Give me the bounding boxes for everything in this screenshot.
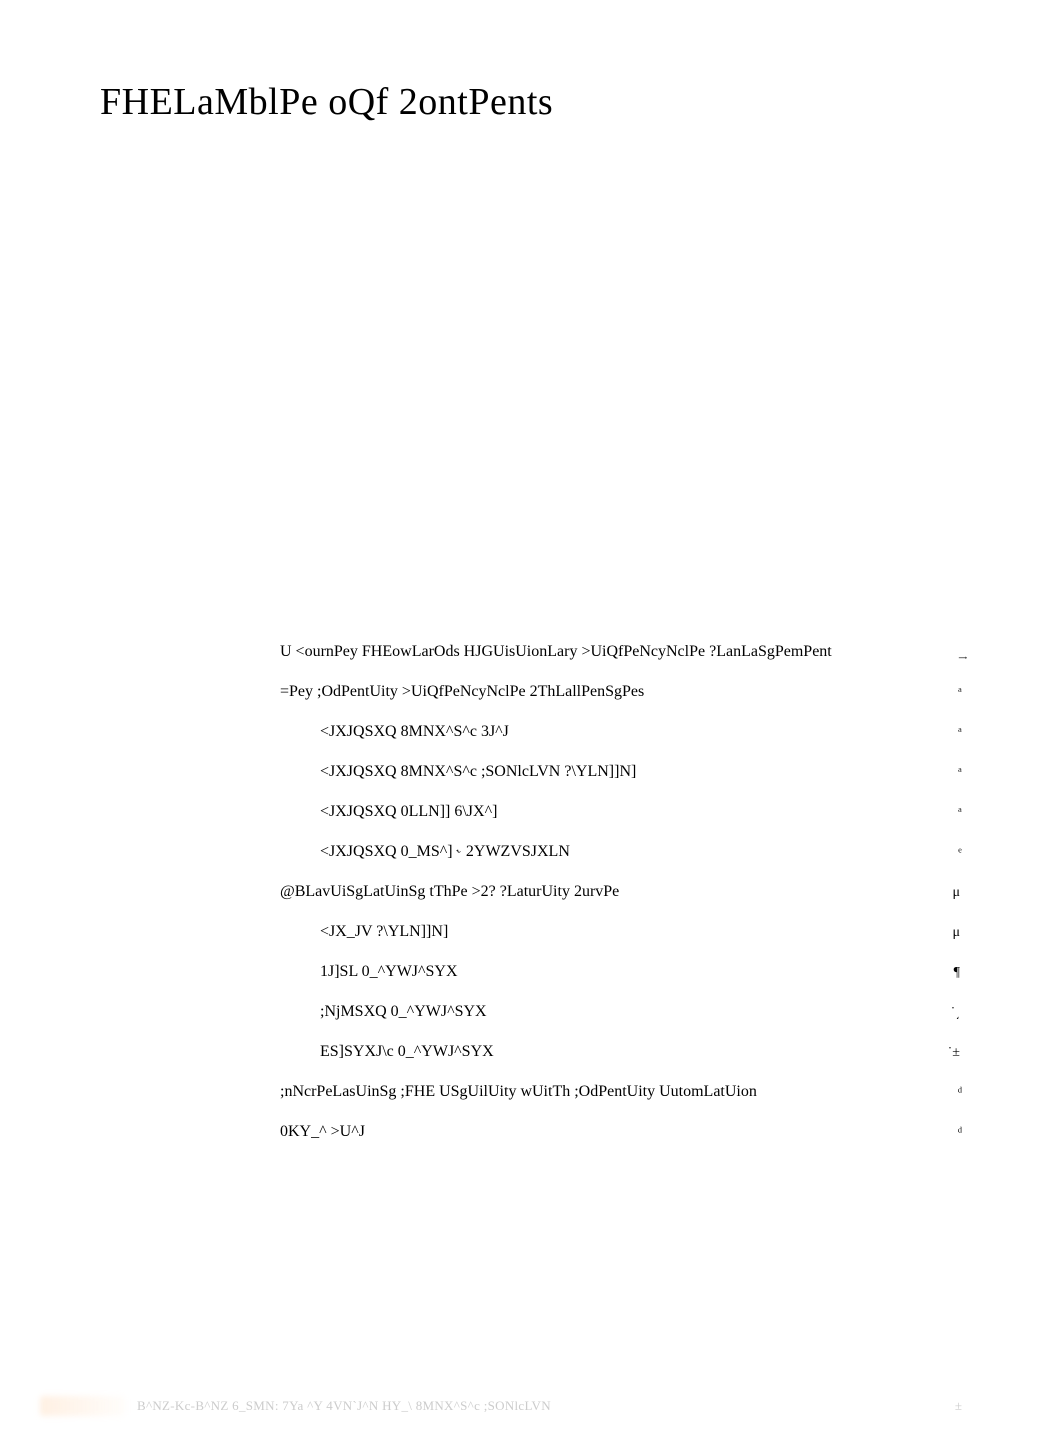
- toc-page-number: ͤ: [920, 842, 960, 863]
- toc-row: U <ournPey FHEowLarOds HJGUisUionLary >U…: [280, 640, 960, 664]
- toc-label: <JXJQSXQ 8MNX^S^c 3J^J: [280, 720, 920, 744]
- toc-label: ES]SYXJ\c 0_^YWJ^SYX: [280, 1040, 920, 1064]
- toc-label: ;nNcrPeLasUinSg ;FHE USgUilUity wUitTh ;…: [280, 1080, 920, 1104]
- footer-page-number: ±: [955, 1398, 962, 1414]
- toc-label: <JXJQSXQ 8MNX^S^c ;SONlcLVN ?\YLN]]N]: [280, 760, 920, 784]
- toc-page-number: ͩ: [920, 1082, 960, 1103]
- toc-label: =Pey ;OdPentUity >UiQfPeNcyNclPe 2ThLall…: [280, 680, 920, 704]
- toc-page-number: ˙͵: [920, 1002, 960, 1023]
- footer-text: B^NZ-Kc-B^NZ 6_SMN: 7Ya ^Y 4VN`J^N HY_\ …: [137, 1398, 955, 1414]
- toc-row: =Pey ;OdPentUity >UiQfPeNcyNclPe 2ThLall…: [280, 680, 960, 704]
- footer-blur-mark: [40, 1396, 125, 1416]
- toc-page-number: ͣ: [920, 762, 960, 783]
- toc-row: ;NjMSXQ 0_^YWJ^SYX˙͵: [280, 1000, 960, 1024]
- toc-row: ;nNcrPeLasUinSg ;FHE USgUilUity wUitTh ;…: [280, 1080, 960, 1104]
- toc-label: <JXJQSXQ 0LLN]] 6\JX^]: [280, 800, 920, 824]
- toc-label: 1J]SL 0_^YWJ^SYX: [280, 960, 920, 984]
- toc-page-number: ͩ: [920, 1122, 960, 1143]
- toc-row: <JXJQSXQ 0_MS^] ˞ 2YWZVSJXLNͤ: [280, 840, 960, 864]
- toc-row: 1J]SL 0_^YWJ^SYX¶: [280, 960, 960, 984]
- toc-label: @BLavUiSgLatUinSg tThPe >2? ?LaturUity 2…: [280, 880, 920, 904]
- page-title: FHELaMblPe oQf 2ontPents: [100, 80, 1062, 124]
- toc-label: <JX_JV ?\YLN]]N]: [280, 920, 920, 944]
- toc-page-number: ˙±: [920, 1042, 960, 1063]
- toc-row: <JXJQSXQ 0LLN]] 6\JX^]ͣ: [280, 800, 960, 824]
- toc-page-number: ͣ: [920, 682, 960, 703]
- toc-page-number: μ: [920, 922, 960, 943]
- table-of-contents: U <ournPey FHEowLarOds HJGUisUionLary >U…: [280, 640, 960, 1160]
- toc-label: 0KY_^ >U^J: [280, 1120, 920, 1144]
- toc-row: <JXJQSXQ 8MNX^S^c 3J^Jͣ: [280, 720, 960, 744]
- toc-page-number: ͣ: [920, 802, 960, 823]
- toc-row: 0KY_^ >U^Jͩ: [280, 1120, 960, 1144]
- toc-label: <JXJQSXQ 0_MS^] ˞ 2YWZVSJXLN: [280, 840, 920, 864]
- toc-label: U <ournPey FHEowLarOds HJGUisUionLary >U…: [280, 640, 920, 664]
- toc-row: @BLavUiSgLatUinSg tThPe >2? ?LaturUity 2…: [280, 880, 960, 904]
- toc-row: ES]SYXJ\c 0_^YWJ^SYX˙±: [280, 1040, 960, 1064]
- toc-page-number: ͣ: [920, 722, 960, 743]
- toc-page-number: ¶: [920, 962, 960, 983]
- footer: B^NZ-Kc-B^NZ 6_SMN: 7Ya ^Y 4VN`J^N HY_\ …: [0, 1396, 1062, 1416]
- toc-label: ;NjMSXQ 0_^YWJ^SYX: [280, 1000, 920, 1024]
- toc-page-number: ͢: [920, 642, 960, 663]
- toc-page-number: μ: [920, 882, 960, 903]
- toc-row: <JXJQSXQ 8MNX^S^c ;SONlcLVN ?\YLN]]N]ͣ: [280, 760, 960, 784]
- toc-row: <JX_JV ?\YLN]]N]μ: [280, 920, 960, 944]
